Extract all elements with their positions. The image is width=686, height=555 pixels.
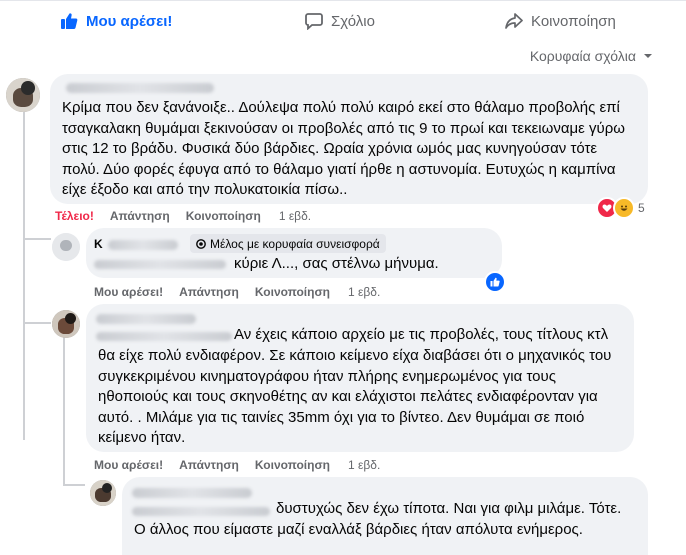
share-button[interactable]: Κοινοποίηση — [505, 1, 616, 41]
thread-connector — [63, 484, 85, 486]
share-link[interactable]: Κοινοποίηση — [255, 285, 330, 299]
comment-bubble: δυστυχώς δεν έχω τίποτα. Ναι για φιλμ μι… — [122, 477, 648, 555]
contributor-badge-icon — [196, 238, 206, 249]
comment-meta: Μου αρέσει! Απάντηση Κοινοποίηση 1 εβδ. — [94, 456, 396, 474]
share-link[interactable]: Κοινοποίηση — [255, 458, 330, 472]
reaction-summary[interactable]: 5 — [596, 197, 645, 219]
avatar[interactable] — [90, 480, 116, 506]
comment-bubble: Αν έχεις κάποιο αρχείο με τις προβολές, … — [86, 304, 634, 452]
mention-blurred[interactable] — [132, 507, 270, 516]
avatar[interactable] — [6, 78, 40, 112]
thread-line-nested — [63, 336, 65, 484]
mention-blurred[interactable] — [94, 260, 226, 269]
reply-link[interactable]: Απάντηση — [179, 458, 239, 472]
comment-label: Σχόλιο — [331, 12, 375, 30]
comment-bubble: Κρίμα που δεν ξανάνοιξε.. Δούλεψα πολύ π… — [50, 74, 648, 204]
like-reaction-icon — [484, 271, 506, 293]
comment-text: κύριε Λ..., σας στέλνω μήνυμα. — [234, 255, 439, 272]
chevron-down-icon — [644, 54, 652, 58]
reaction-summary[interactable] — [484, 271, 506, 293]
post-action-bar: Μου αρέσει! Σχόλιο Κοινοποίηση — [0, 1, 686, 41]
timestamp[interactable]: 1 εβδ. — [279, 209, 311, 223]
share-label: Κοινοποίηση — [531, 12, 616, 30]
avatar[interactable] — [52, 310, 80, 338]
comment-bubble: Κ Μέλος με κορυφαία συνεισφορά κύριε Λ..… — [86, 228, 502, 278]
comment-meta: Τέλειο! Απάντηση Κοινοποίηση 1 εβδ. — [55, 207, 327, 225]
thread-connector — [23, 238, 51, 240]
commenter-name-blurred[interactable] — [96, 314, 196, 324]
comment-meta: Μου αρέσει! Απάντηση Κοινοποίηση 1 εβδ. — [94, 283, 396, 301]
like-button[interactable]: Μου αρέσει! — [60, 1, 172, 41]
thread-connector — [23, 322, 51, 324]
reaction-count: 5 — [638, 201, 645, 215]
reaction-label[interactable]: Τέλειο! — [55, 209, 94, 223]
reply-link[interactable]: Απάντηση — [110, 209, 170, 223]
comment-text-first-line: δυστυχώς δεν έχω τίποτα. Ναι για φιλμ μι… — [276, 500, 622, 517]
commenter-name-blurred[interactable] — [132, 488, 252, 498]
badge-label: Μέλος με κορυφαία συνεισφορά — [210, 236, 380, 251]
comment-text: Ο άλλος που είμαστε μαζί εναλλάξ βάρδιες… — [134, 521, 583, 538]
mention-blurred[interactable] — [96, 332, 232, 341]
timestamp[interactable]: 1 εβδ. — [348, 458, 380, 472]
sort-label: Κορυφαία σχόλια — [529, 48, 636, 64]
like-label: Μου αρέσει! — [86, 12, 173, 30]
comment-text-first-line: Αν έχεις κάποιο αρχείο με τις προβολές, … — [234, 326, 609, 343]
thumbs-up-icon — [61, 13, 78, 29]
share-icon — [505, 13, 523, 29]
haha-reaction-icon — [613, 197, 635, 219]
comment-icon — [305, 13, 323, 30]
thread-line-main — [23, 110, 25, 440]
comment-sort-dropdown[interactable]: Κορυφαία σχόλια — [530, 46, 654, 66]
avatar[interactable] — [52, 233, 80, 261]
comment-button[interactable]: Σχόλιο — [305, 1, 375, 41]
like-link[interactable]: Μου αρέσει! — [94, 285, 163, 299]
top-contributor-badge[interactable]: Μέλος με κορυφαία συνεισφορά — [190, 234, 386, 253]
commenter-name-blurred[interactable] — [108, 240, 178, 250]
like-link[interactable]: Μου αρέσει! — [94, 458, 163, 472]
share-link[interactable]: Κοινοποίηση — [186, 209, 261, 223]
commenter-initial[interactable]: Κ — [94, 237, 103, 251]
timestamp[interactable]: 1 εβδ. — [348, 285, 380, 299]
reply-link[interactable]: Απάντηση — [179, 285, 239, 299]
commenter-name-blurred[interactable] — [66, 83, 214, 93]
comment-text: θα είχε πολύ ενδιαφέρον. Σε κάποιο κείμε… — [98, 347, 612, 446]
comment-text: Κρίμα που δεν ξανάνοιξε.. Δούλεψα πολύ π… — [62, 99, 625, 198]
